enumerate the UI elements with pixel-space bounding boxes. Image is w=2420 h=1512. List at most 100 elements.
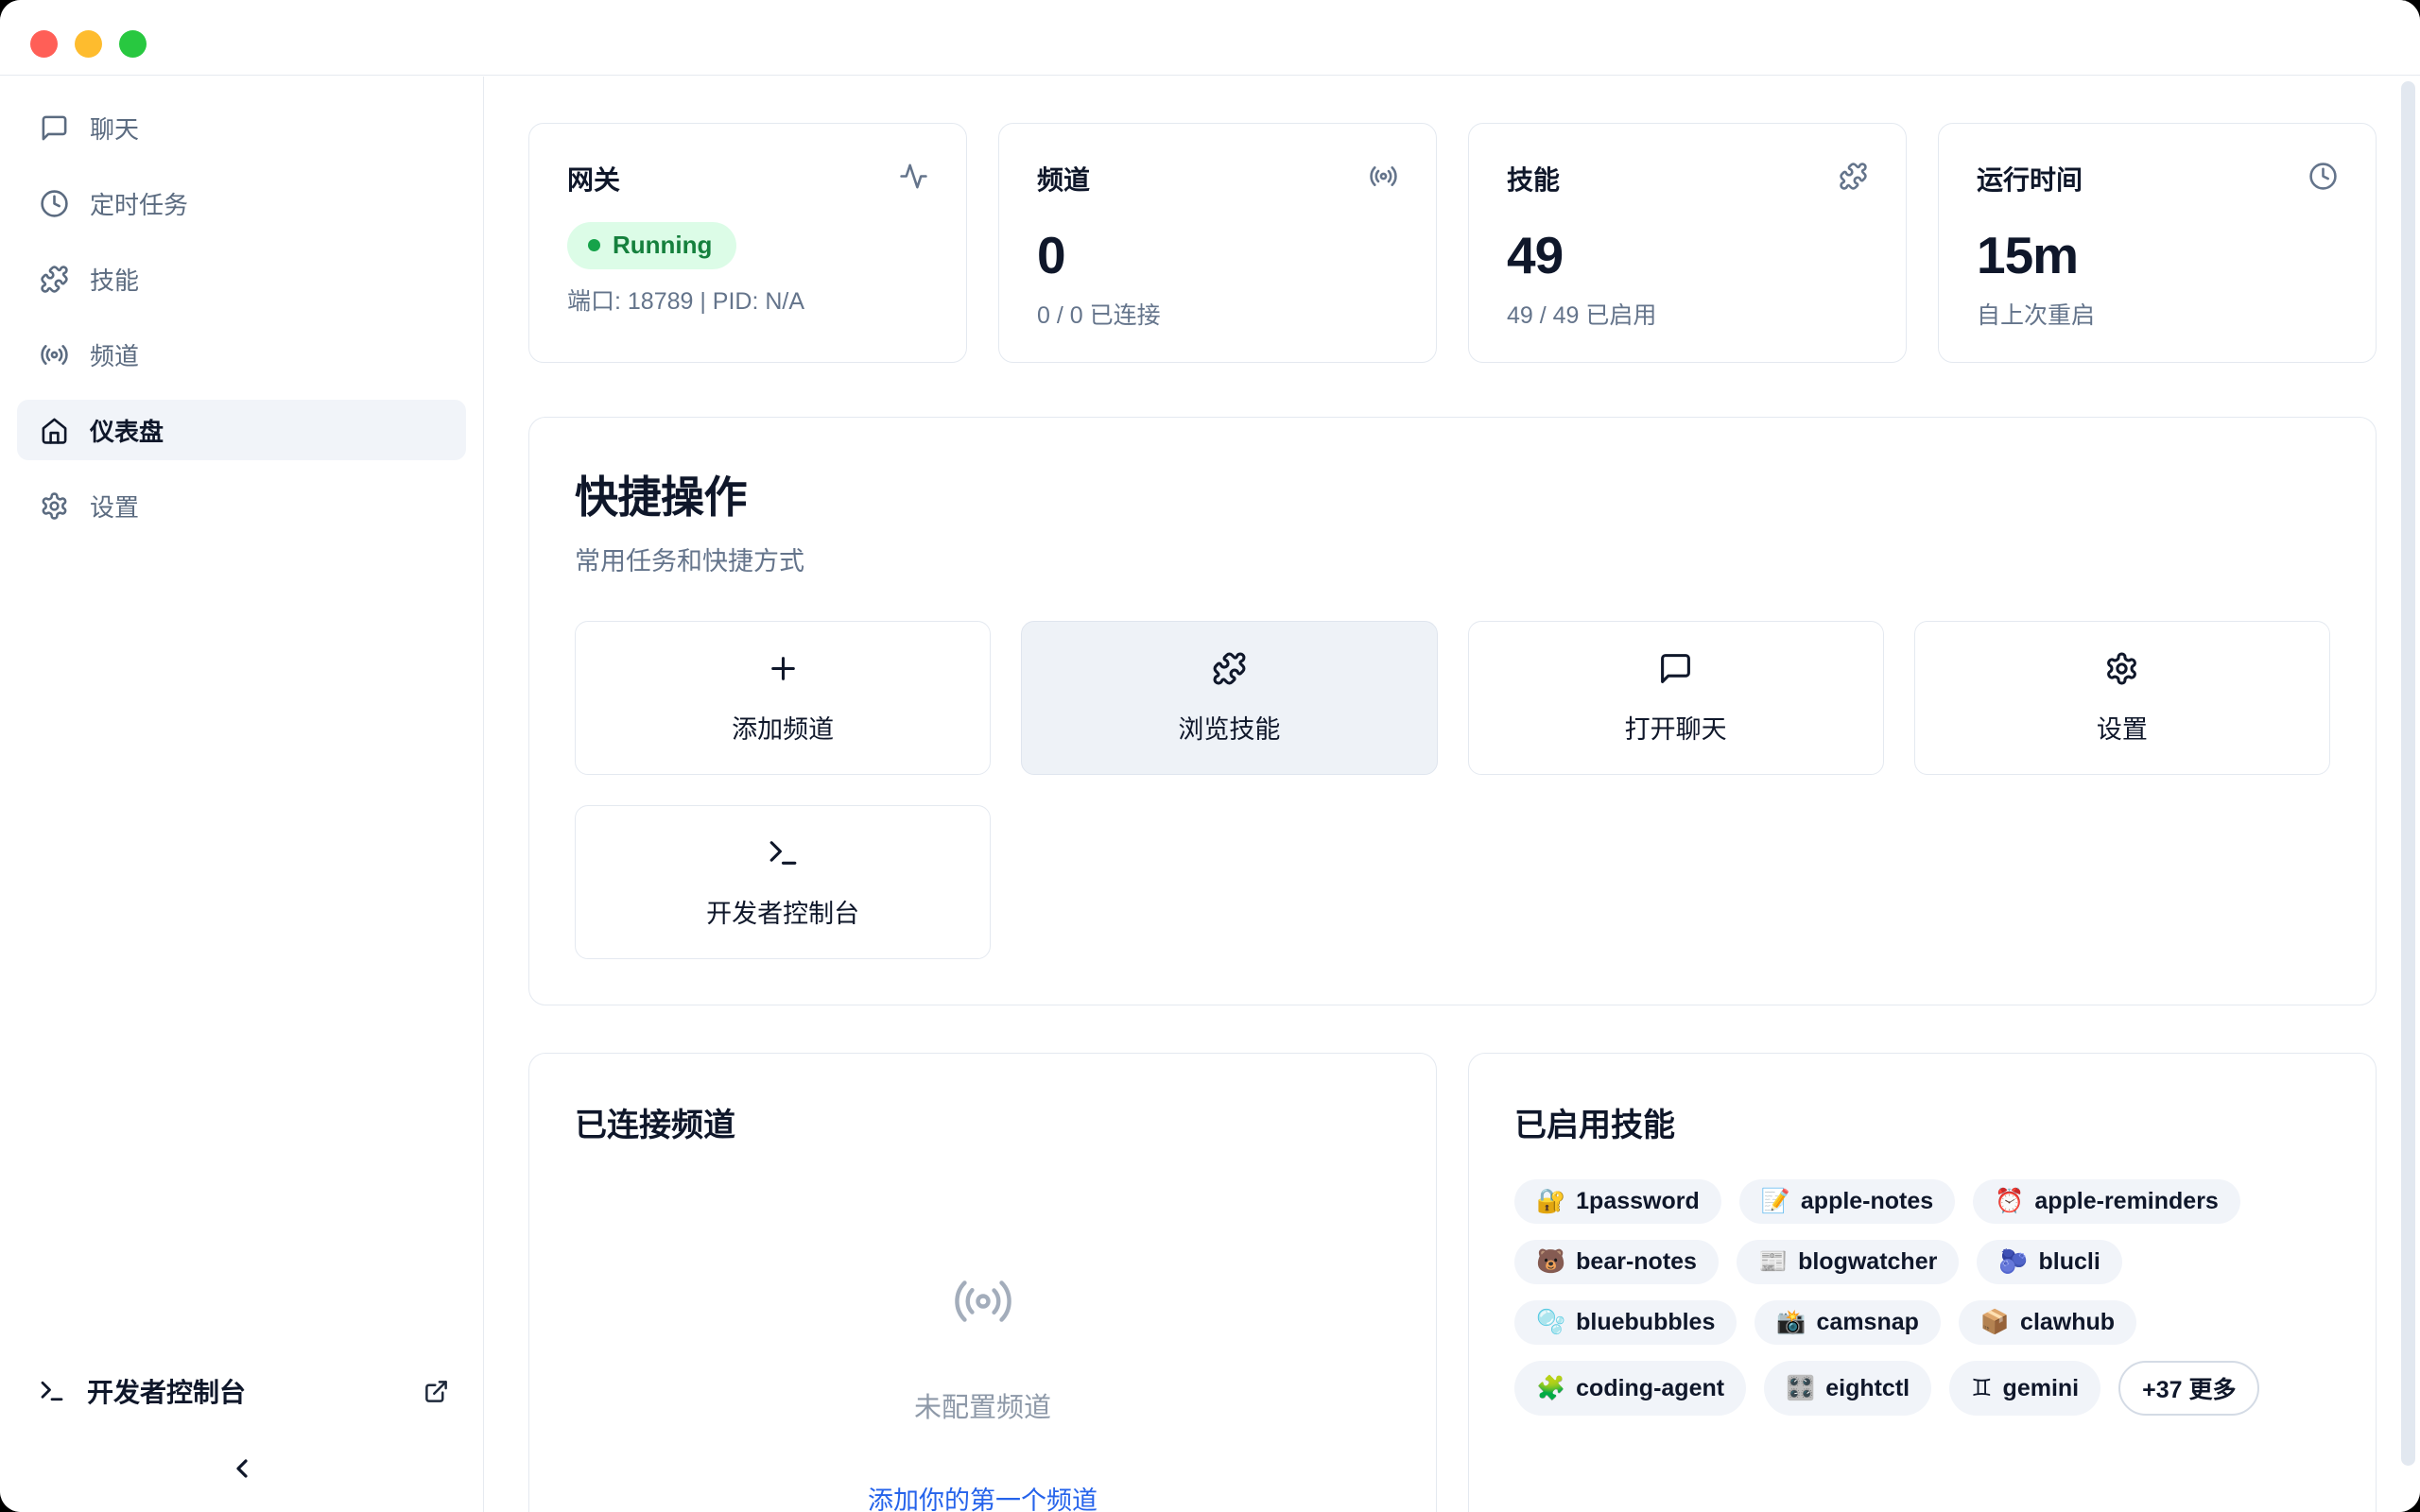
skill-chip[interactable]: 📸 camsnap: [1754, 1300, 1941, 1345]
stat-value: 49: [1507, 230, 1868, 282]
sidebar-item-dashboard[interactable]: 仪表盘: [17, 400, 466, 460]
gear-icon: [40, 491, 69, 521]
developer-console-row[interactable]: 开发者控制台: [38, 1361, 449, 1421]
sidebar-collapse-row: [0, 1421, 483, 1512]
sidebar-item-channels[interactable]: 频道: [17, 324, 466, 385]
sidebar-item-label: 仪表盘: [90, 413, 164, 448]
chat-icon: [40, 113, 69, 143]
plus-icon: [766, 651, 801, 686]
sidebar-item-chat[interactable]: 聊天: [17, 97, 466, 158]
sidebar: 聊天 定时任务 技能 频道 仪表盘 设置: [0, 77, 484, 1512]
sidebar-nav: 聊天 定时任务 技能 频道 仪表盘 设置: [0, 77, 483, 536]
gear-icon: [2104, 651, 2139, 686]
external-link-icon[interactable]: [424, 1379, 449, 1404]
status-badge: Running: [567, 222, 736, 269]
skill-chip[interactable]: 📰 blogwatcher: [1737, 1240, 1959, 1284]
sidebar-item-label: 设置: [90, 489, 139, 524]
stat-title: 技能: [1507, 160, 1560, 198]
skill-chip[interactable]: 🧩coding-agent: [1514, 1361, 1746, 1416]
stat-title: 运行时间: [1977, 160, 2083, 198]
puzzle-icon: [1839, 162, 1868, 191]
browse-skills-button[interactable]: 浏览技能: [1021, 621, 1437, 775]
skill-chip[interactable]: 📝 apple-notes: [1739, 1179, 1955, 1224]
app-window: 聊天 定时任务 技能 频道 仪表盘 设置: [0, 0, 2420, 1512]
skill-chip[interactable]: 🐻 bear-notes: [1514, 1240, 1719, 1284]
more-skills-chip[interactable]: +37 更多: [2118, 1361, 2259, 1416]
skill-chip[interactable]: ♊gemini: [1949, 1361, 2100, 1416]
clock-icon: [2308, 162, 2338, 191]
skills-chip-list: 🔐 1password 📝 apple-notes ⏰ apple-reminders…: [1514, 1179, 2299, 1416]
skill-chip[interactable]: 🔐 1password: [1514, 1179, 1721, 1224]
newspaper-emoji-icon: 📰: [1758, 1250, 1788, 1274]
scrollbar-thumb[interactable]: [2401, 81, 2415, 1466]
stat-card-channels: 频道 0 0 / 0 已连接: [998, 123, 1437, 363]
bubbles-emoji-icon: 🫧: [1536, 1311, 1565, 1334]
skill-chip[interactable]: 🫧 bluebubbles: [1514, 1300, 1737, 1345]
minimize-button[interactable]: [75, 30, 102, 58]
sidebar-item-label: 聊天: [90, 111, 139, 146]
add-first-channel-link[interactable]: 添加你的第一个频道: [868, 1480, 1098, 1512]
puzzle-icon: [1212, 651, 1247, 686]
quick-actions-card: 快捷操作 常用任务和快捷方式 添加频道 浏览技能 打开聊天 设置: [528, 417, 2377, 1005]
sidebar-item-cron[interactable]: 定时任务: [17, 173, 466, 233]
alarm-emoji-icon: ⏰: [1995, 1190, 2024, 1213]
quick-actions-title: 快捷操作: [575, 463, 2330, 525]
stat-subtext: 端口: 18789 | PID: N/A: [567, 283, 928, 317]
settings-button[interactable]: 设置: [1914, 621, 2330, 775]
package-emoji-icon: 📦: [1980, 1311, 2010, 1334]
button-label: 浏览技能: [1178, 709, 1280, 746]
button-label: 设置: [2097, 709, 2148, 746]
enabled-skills-panel: 已启用技能 🔐 1password 📝 apple-notes ⏰ apple-rem…: [1468, 1053, 2377, 1512]
stats-row: 网关 Running 端口: 18789 | PID: N/A 频道 0 0 /…: [528, 123, 2377, 363]
sidebar-item-label: 技能: [90, 262, 139, 297]
button-label: 开发者控制台: [706, 893, 859, 930]
skill-name: camsnap: [1817, 1309, 1919, 1336]
skill-name: bear-notes: [1576, 1248, 1697, 1276]
connected-channels-panel: 已连接频道 未配置频道 添加你的第一个频道: [528, 1053, 1437, 1512]
sidebar-footer: 开发者控制台: [0, 1361, 483, 1421]
puzzle-emoji-icon: 🧩: [1536, 1377, 1565, 1400]
zoom-button[interactable]: [119, 30, 147, 58]
titlebar: [0, 0, 2420, 76]
close-button[interactable]: [30, 30, 58, 58]
status-text: Running: [613, 231, 712, 260]
bear-emoji-icon: 🐻: [1536, 1250, 1565, 1274]
skill-name: bluebubbles: [1576, 1309, 1715, 1336]
sidebar-item-skills[interactable]: 技能: [17, 249, 466, 309]
sidebar-item-label: 定时任务: [90, 186, 188, 221]
skill-name: apple-notes: [1801, 1188, 1933, 1215]
enabled-skills-title: 已启用技能: [1514, 1099, 2330, 1145]
sidebar-item-label: 频道: [90, 337, 139, 372]
lock-emoji-icon: 🔐: [1536, 1190, 1565, 1213]
broadcast-icon: [40, 340, 69, 369]
skill-name: blogwatcher: [1798, 1248, 1937, 1276]
skill-name: 1password: [1576, 1188, 1700, 1215]
skill-chip[interactable]: 🎛️eightctl: [1764, 1361, 1931, 1416]
puzzle-icon: [40, 265, 69, 294]
connected-channels-title: 已连接频道: [575, 1099, 1391, 1145]
skill-chip[interactable]: ⏰ apple-reminders: [1973, 1179, 2240, 1224]
quick-actions-subtitle: 常用任务和快捷方式: [575, 541, 2330, 577]
sidebar-item-settings[interactable]: 设置: [17, 475, 466, 536]
main-content: 网关 Running 端口: 18789 | PID: N/A 频道 0 0 /…: [485, 77, 2420, 1512]
skill-name: gemini: [2003, 1375, 2080, 1402]
developer-console-button[interactable]: 开发者控制台: [575, 805, 991, 959]
button-label: 添加频道: [732, 709, 834, 746]
stat-title: 网关: [567, 160, 620, 198]
home-icon: [40, 416, 69, 445]
empty-channels-text: 未配置频道: [914, 1385, 1051, 1425]
memo-emoji-icon: 📝: [1761, 1190, 1790, 1213]
add-channel-button[interactable]: 添加频道: [575, 621, 991, 775]
blueberries-emoji-icon: 🫐: [1998, 1250, 2028, 1274]
camera-emoji-icon: 📸: [1776, 1311, 1806, 1334]
knobs-emoji-icon: 🎛️: [1786, 1377, 1815, 1400]
broadcast-icon: [1369, 162, 1398, 191]
collapse-sidebar-icon[interactable]: [227, 1453, 257, 1484]
stat-card-uptime: 运行时间 15m 自上次重启: [1938, 123, 2377, 363]
skill-chip[interactable]: 📦clawhub: [1959, 1300, 2136, 1345]
terminal-icon: [38, 1377, 66, 1405]
channels-empty-state: 未配置频道 添加你的第一个频道: [575, 1270, 1391, 1512]
open-chat-button[interactable]: 打开聊天: [1468, 621, 1884, 775]
skill-name: apple-reminders: [2034, 1188, 2219, 1215]
skill-chip[interactable]: 🫐blucli: [1977, 1240, 2121, 1284]
